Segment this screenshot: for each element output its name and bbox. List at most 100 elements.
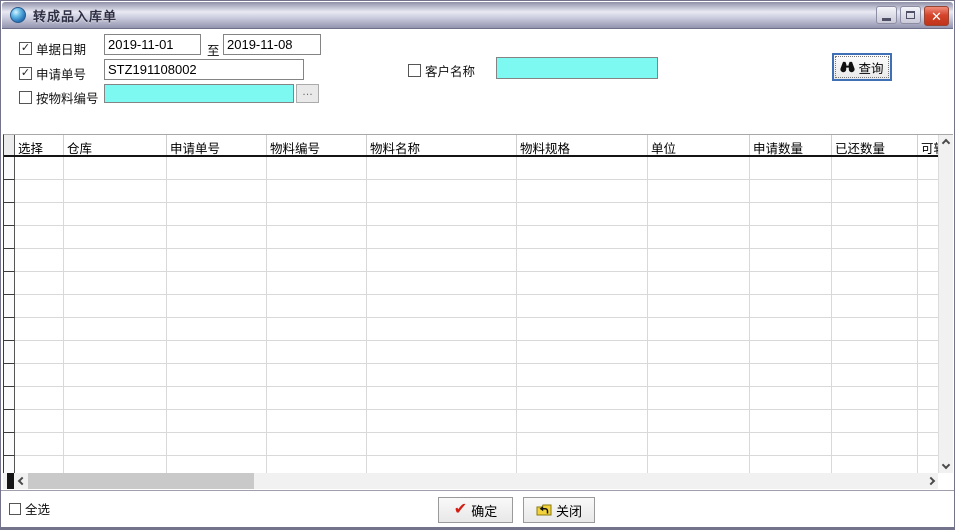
table-row[interactable] [4,295,939,318]
table-cell [918,295,939,318]
scroll-left-icon[interactable] [17,476,27,486]
column-header-8[interactable]: 申请数量 [750,135,832,155]
close-form-button[interactable]: 关闭 [523,497,595,523]
row-indicator [4,249,15,272]
request-no-checkbox[interactable]: ✓ 申请单号 [19,64,86,83]
table-cell [267,387,367,410]
table-cell [918,433,939,456]
table-cell [648,433,750,456]
exit-folder-icon [536,504,552,516]
column-header-9[interactable]: 已还数量 [832,135,918,155]
table-cell [167,410,267,433]
table-cell [367,180,517,203]
close-form-button-label: 关闭 [555,503,582,519]
table-cell [267,364,367,387]
table-cell [167,295,267,318]
date-filter-checkbox[interactable]: ✓ 单据日期 [19,39,86,58]
table-row[interactable] [4,387,939,410]
date-to-input[interactable] [223,34,321,55]
table-cell [167,341,267,364]
scroll-divider [7,473,14,489]
table-row[interactable] [4,180,939,203]
column-header-10[interactable]: 可转数量 [918,135,939,155]
scroll-down-icon[interactable] [941,460,951,470]
table-row[interactable] [4,249,939,272]
material-no-checkbox[interactable]: 按物料编号 [19,88,99,107]
customer-input[interactable] [496,57,658,79]
horizontal-scroll-thumb[interactable] [28,473,254,489]
search-button-label: 查询 [858,61,884,76]
material-no-input[interactable] [104,84,294,103]
table-cell [648,387,750,410]
table-cell [64,295,167,318]
table-row[interactable] [4,157,939,180]
column-header-2[interactable]: 仓库 [64,135,167,155]
table-cell [267,226,367,249]
column-header-6[interactable]: 物料规格 [517,135,648,155]
table-cell [918,272,939,295]
table-cell [648,226,750,249]
table-body [4,157,939,473]
table-header: 选择仓库申请单号物料编号物料名称物料规格单位申请数量已还数量可转数量 [4,135,939,157]
table-cell [15,364,64,387]
table-row[interactable] [4,364,939,387]
table-cell [750,295,832,318]
table-cell [832,157,918,180]
table-cell [517,456,648,473]
vertical-scrollbar[interactable] [938,135,953,473]
table-cell [167,364,267,387]
horizontal-scrollbar[interactable] [3,473,938,489]
material-browse-button[interactable]: … [296,84,319,103]
checkbox-icon: ✓ [19,42,32,55]
ok-button-label: 确定 [471,503,498,519]
table-cell [267,318,367,341]
column-header-1[interactable]: 选择 [15,135,64,155]
table-row[interactable] [4,341,939,364]
date-from-input[interactable] [104,34,201,55]
table-cell [918,364,939,387]
table-row[interactable] [4,203,939,226]
table-cell [367,456,517,473]
column-header-5[interactable]: 物料名称 [367,135,517,155]
table-cell [267,203,367,226]
checkbox-icon [9,502,21,515]
select-all-checkbox[interactable]: 全选 [9,499,50,518]
table-row[interactable] [4,226,939,249]
table-row[interactable] [4,456,939,473]
table-cell [648,249,750,272]
table-cell [15,295,64,318]
footer-separator [1,490,954,491]
table-cell [15,387,64,410]
column-header-7[interactable]: 单位 [648,135,750,155]
row-indicator [4,226,15,249]
close-button[interactable]: ✕ [924,6,949,26]
window-border [1,527,954,529]
table-cell [64,272,167,295]
row-indicator [4,341,15,364]
globe-icon [10,7,26,23]
customer-checkbox[interactable]: 客户名称 [408,61,475,80]
checkbox-icon: ✓ [19,67,32,80]
table-cell [750,272,832,295]
table-row[interactable] [4,318,939,341]
table-cell [15,318,64,341]
scroll-right-icon[interactable] [926,476,936,486]
table-cell [15,203,64,226]
search-button[interactable]: 查询 [832,53,892,81]
table-cell [15,272,64,295]
ok-button[interactable]: ✔ 确定 [438,497,513,523]
scroll-up-icon[interactable] [941,138,951,148]
table-row[interactable] [4,272,939,295]
table-cell [167,203,267,226]
table-cell [832,318,918,341]
maximize-button[interactable] [900,6,921,24]
column-header-4[interactable]: 物料编号 [267,135,367,155]
column-header-3[interactable]: 申请单号 [167,135,267,155]
table-row[interactable] [4,410,939,433]
minimize-button[interactable] [876,6,897,24]
table-cell [64,226,167,249]
table-cell [832,180,918,203]
table-row[interactable] [4,433,939,456]
request-no-input[interactable] [104,59,304,80]
table-cell [367,203,517,226]
